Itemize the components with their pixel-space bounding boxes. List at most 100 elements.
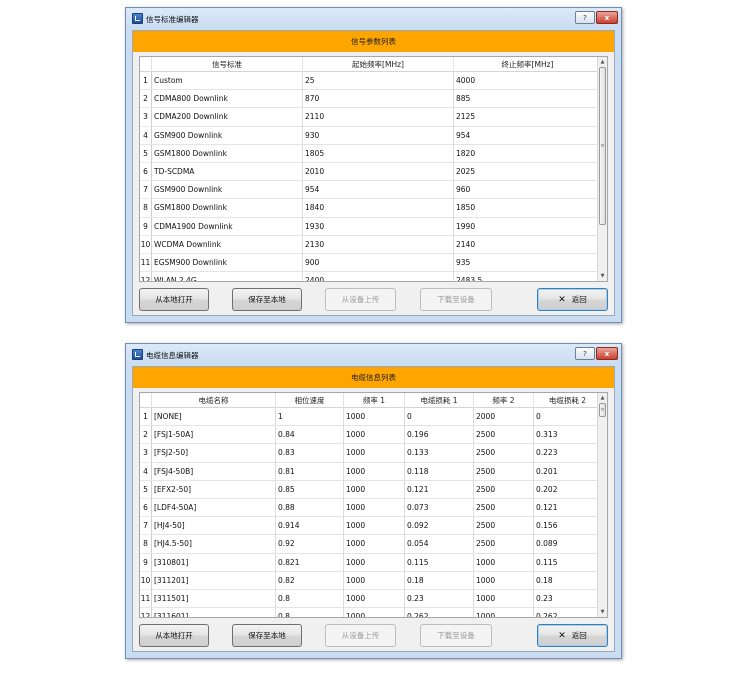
table-cell[interactable]: WCDMA Downlink bbox=[152, 235, 303, 254]
table-cell[interactable]: 0.84 bbox=[276, 426, 344, 445]
table-cell[interactable]: 25 bbox=[303, 72, 454, 91]
table-cell[interactable]: 2500 bbox=[474, 517, 534, 536]
table-cell[interactable]: 1000 bbox=[474, 608, 534, 617]
title-bar[interactable]: 信号标准编辑器 ? x bbox=[126, 8, 621, 30]
scroll-down-icon[interactable]: ▼ bbox=[598, 607, 607, 617]
table-cell[interactable]: 0.196 bbox=[405, 426, 474, 445]
table-cell[interactable]: 2500 bbox=[474, 462, 534, 481]
scroll-thumb[interactable]: ≡ bbox=[599, 67, 606, 225]
row-number[interactable]: 3 bbox=[140, 108, 152, 127]
table-cell[interactable]: [311501] bbox=[152, 589, 276, 609]
table-cell[interactable]: [311201] bbox=[152, 571, 276, 590]
table-cell[interactable]: 0.18 bbox=[534, 571, 602, 590]
table-cell[interactable]: 0.262 bbox=[534, 608, 602, 617]
column-header[interactable]: 电缆损耗 2 bbox=[534, 393, 602, 408]
open-local-button[interactable]: 从本地打开 bbox=[139, 624, 209, 647]
table-cell[interactable]: [HJ4-50] bbox=[152, 517, 276, 536]
table-cell[interactable]: 960 bbox=[454, 181, 602, 200]
column-header[interactable]: 频率 1 bbox=[344, 393, 405, 408]
row-number[interactable]: 12 bbox=[140, 608, 152, 617]
window-close-button[interactable]: x bbox=[596, 11, 618, 24]
table-cell[interactable]: [FSJ4-50B] bbox=[152, 462, 276, 481]
table-cell[interactable]: 1000 bbox=[344, 608, 405, 617]
table-cell[interactable]: [HJ4.5-50] bbox=[152, 535, 276, 554]
table-cell[interactable]: 4000 bbox=[454, 72, 602, 91]
table-cell[interactable]: 930 bbox=[303, 126, 454, 145]
table-cell[interactable]: 0.115 bbox=[534, 553, 602, 572]
row-number[interactable]: 6 bbox=[140, 162, 152, 182]
row-number[interactable]: 11 bbox=[140, 253, 152, 273]
table-corner[interactable] bbox=[140, 393, 152, 408]
row-number[interactable]: 11 bbox=[140, 589, 152, 609]
table-cell[interactable]: EGSM900 Downlink bbox=[152, 253, 303, 273]
table-cell[interactable]: 1000 bbox=[344, 426, 405, 445]
table-cell[interactable]: 0.223 bbox=[534, 444, 602, 463]
table-cell[interactable]: [FSJ1-50A] bbox=[152, 426, 276, 445]
back-button[interactable]: ✕ 返回 bbox=[537, 288, 608, 311]
row-number[interactable]: 7 bbox=[140, 181, 152, 200]
help-button[interactable]: ? bbox=[575, 347, 595, 360]
table-cell[interactable]: 0.92 bbox=[276, 535, 344, 554]
table-cell[interactable]: 0.821 bbox=[276, 553, 344, 572]
table-cell[interactable]: [LDF4-50A] bbox=[152, 498, 276, 518]
table-cell[interactable]: 0.115 bbox=[405, 553, 474, 572]
table-cell[interactable]: 1820 bbox=[454, 144, 602, 163]
row-number[interactable]: 2 bbox=[140, 426, 152, 445]
table-cell[interactable]: TD-SCDMA bbox=[152, 162, 303, 182]
row-number[interactable]: 7 bbox=[140, 517, 152, 536]
table-cell[interactable]: 0.18 bbox=[405, 571, 474, 590]
table-cell[interactable]: 935 bbox=[454, 253, 602, 273]
table-cell[interactable]: GSM1800 Downlink bbox=[152, 199, 303, 218]
table-cell[interactable]: 0.073 bbox=[405, 498, 474, 518]
table-cell[interactable]: 0.262 bbox=[405, 608, 474, 617]
table-cell[interactable]: 1000 bbox=[344, 462, 405, 481]
table-cell[interactable]: Custom bbox=[152, 72, 303, 91]
save-local-button[interactable]: 保存至本地 bbox=[232, 624, 302, 647]
table-cell[interactable]: CDMA800 Downlink bbox=[152, 90, 303, 109]
column-header[interactable]: 起始频率[MHz] bbox=[303, 57, 454, 72]
row-number[interactable]: 5 bbox=[140, 480, 152, 499]
table-cell[interactable]: 870 bbox=[303, 90, 454, 109]
scroll-thumb[interactable]: ≡ bbox=[599, 403, 606, 417]
table-cell[interactable]: 1000 bbox=[474, 571, 534, 590]
window-close-button[interactable]: x bbox=[596, 347, 618, 360]
table-cell[interactable]: 954 bbox=[303, 181, 454, 200]
table-cell[interactable]: 2140 bbox=[454, 235, 602, 254]
cable-table[interactable]: 电缆名称 相位速度 频率 1 电缆损耗 1 频率 2 电缆损耗 2 1 [NONE] 1 1000… bbox=[139, 392, 608, 618]
table-cell[interactable]: 2010 bbox=[303, 162, 454, 182]
row-number[interactable]: 5 bbox=[140, 144, 152, 163]
row-number[interactable]: 8 bbox=[140, 535, 152, 554]
table-cell[interactable]: 2125 bbox=[454, 108, 602, 127]
row-number[interactable]: 2 bbox=[140, 90, 152, 109]
column-header[interactable]: 电缆损耗 1 bbox=[405, 393, 474, 408]
table-cell[interactable]: 1805 bbox=[303, 144, 454, 163]
table-cell[interactable]: 2500 bbox=[474, 480, 534, 499]
table-cell[interactable]: 1000 bbox=[344, 498, 405, 518]
row-number[interactable]: 10 bbox=[140, 571, 152, 590]
table-cell[interactable]: CDMA1900 Downlink bbox=[152, 217, 303, 236]
table-cell[interactable]: 0.914 bbox=[276, 517, 344, 536]
table-cell[interactable]: 0.8 bbox=[276, 608, 344, 617]
column-header[interactable]: 相位速度 bbox=[276, 393, 344, 408]
table-cell[interactable]: 1 bbox=[276, 408, 344, 427]
row-number[interactable]: 10 bbox=[140, 235, 152, 254]
save-local-button[interactable]: 保存至本地 bbox=[232, 288, 302, 311]
table-cell[interactable]: 0.82 bbox=[276, 571, 344, 590]
table-cell[interactable]: 0.202 bbox=[534, 480, 602, 499]
table-cell[interactable]: 1000 bbox=[344, 571, 405, 590]
download-to-device-button[interactable]: 下载至设备 bbox=[420, 624, 492, 647]
table-cell[interactable]: 0.089 bbox=[534, 535, 602, 554]
table-cell[interactable]: 1000 bbox=[344, 535, 405, 554]
table-cell[interactable]: [EFX2-50] bbox=[152, 480, 276, 499]
table-cell[interactable]: 0 bbox=[405, 408, 474, 427]
table-cell[interactable]: 1000 bbox=[344, 408, 405, 427]
table-cell[interactable]: 2500 bbox=[474, 426, 534, 445]
table-cell[interactable]: 1990 bbox=[454, 217, 602, 236]
table-cell[interactable]: 1000 bbox=[344, 589, 405, 609]
table-cell[interactable]: 1000 bbox=[344, 517, 405, 536]
table-cell[interactable]: 0.054 bbox=[405, 535, 474, 554]
table-cell[interactable]: 1850 bbox=[454, 199, 602, 218]
table-cell[interactable]: 954 bbox=[454, 126, 602, 145]
table-cell[interactable]: 0.81 bbox=[276, 462, 344, 481]
signal-table[interactable]: 信号标准 起始频率[MHz] 终止频率[MHz] 1 Custom 25 4000 2 CDMA… bbox=[139, 56, 608, 282]
